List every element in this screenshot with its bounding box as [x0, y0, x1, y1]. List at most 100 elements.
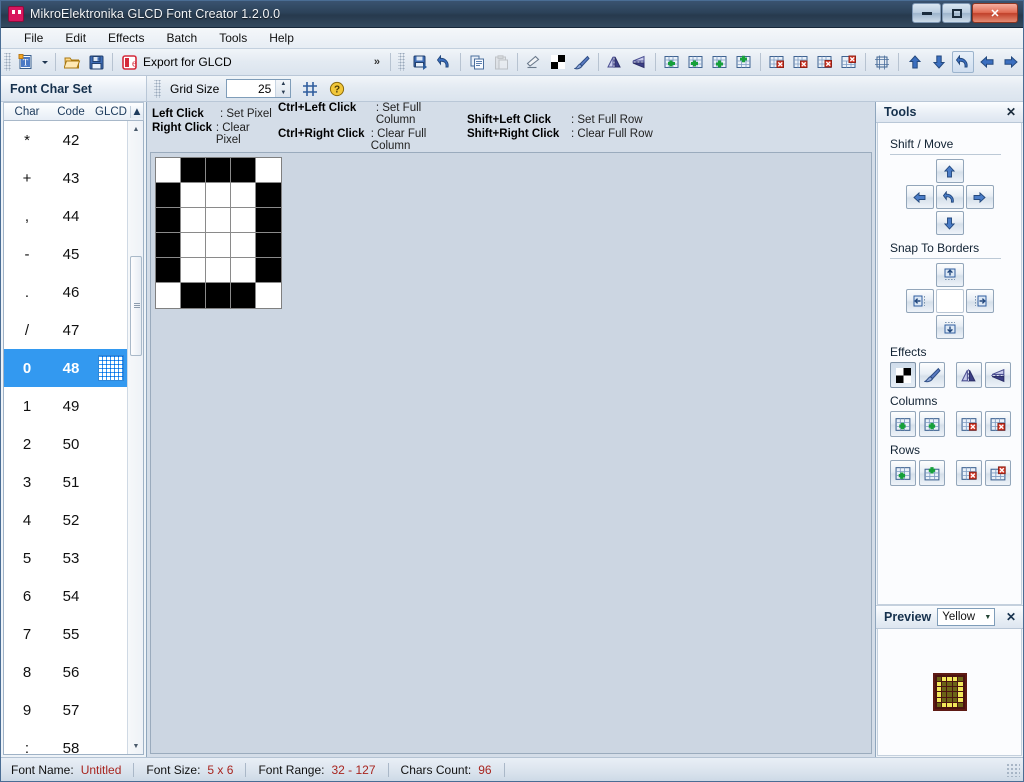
- pixel-cell[interactable]: [156, 183, 181, 208]
- snap-bottom-button[interactable]: [936, 315, 964, 339]
- pixel-cell[interactable]: [256, 233, 281, 258]
- shift-right-button[interactable]: [966, 185, 994, 209]
- copy-button[interactable]: [466, 51, 488, 73]
- mirror-horizontal-button[interactable]: [604, 51, 626, 73]
- menu-tools[interactable]: Tools: [208, 29, 258, 47]
- add-row-top-button[interactable]: [709, 51, 731, 73]
- spinner-up-icon[interactable]: ▲: [276, 80, 290, 89]
- snap-top-button[interactable]: [936, 263, 964, 287]
- toggle-grid-button[interactable]: [299, 78, 321, 100]
- char-list-item[interactable]: ,44: [4, 197, 143, 235]
- char-list-item[interactable]: 553: [4, 539, 143, 577]
- pixel-grid[interactable]: [155, 157, 282, 309]
- char-list-item[interactable]: +43: [4, 159, 143, 197]
- pixel-cell[interactable]: [256, 208, 281, 233]
- effect-mirror-vertical-button[interactable]: [985, 362, 1011, 388]
- shift-right-button[interactable]: [1000, 51, 1022, 73]
- effect-invert-button[interactable]: [890, 362, 916, 388]
- column-header-char[interactable]: Char: [4, 106, 50, 118]
- toolbar-overflow-button[interactable]: »: [368, 56, 386, 68]
- pixel-cell[interactable]: [256, 158, 281, 183]
- pixel-cell[interactable]: [206, 158, 231, 183]
- scroll-up-arrow-icon[interactable]: ▲: [130, 106, 143, 118]
- pixel-cell[interactable]: [206, 208, 231, 233]
- char-list-item[interactable]: 755: [4, 615, 143, 653]
- paste-button[interactable]: [490, 51, 512, 73]
- pixel-cell[interactable]: [156, 283, 181, 308]
- save-button[interactable]: [85, 51, 107, 73]
- pixel-cell[interactable]: [231, 183, 256, 208]
- tools-panel-close-icon[interactable]: ✕: [1006, 105, 1016, 119]
- char-list-item[interactable]: :58: [4, 729, 143, 755]
- pixel-cell[interactable]: [206, 183, 231, 208]
- grid-size-grip[interactable]: [154, 80, 161, 98]
- delete-row-bottom-button[interactable]: [838, 51, 860, 73]
- add-row-bottom-button[interactable]: [919, 460, 945, 486]
- maximize-button[interactable]: [942, 3, 971, 23]
- pixel-cell[interactable]: [156, 258, 181, 283]
- column-header-glcd[interactable]: GLCD: [92, 106, 130, 118]
- chevron-down-icon[interactable]: ▼: [984, 614, 991, 621]
- char-list-item[interactable]: -45: [4, 235, 143, 273]
- pixel-cell[interactable]: [181, 283, 206, 308]
- scrollbar-thumb[interactable]: [130, 256, 142, 356]
- effect-mirror-horizontal-button[interactable]: [956, 362, 982, 388]
- pixel-cell[interactable]: [231, 233, 256, 258]
- pixel-cell[interactable]: [231, 158, 256, 183]
- char-list-item[interactable]: 856: [4, 653, 143, 691]
- pixel-cell[interactable]: [181, 208, 206, 233]
- add-row-bottom-button[interactable]: [733, 51, 755, 73]
- delete-column-left-button[interactable]: [956, 411, 982, 437]
- shift-left-button[interactable]: [976, 51, 998, 73]
- char-list-item[interactable]: 250: [4, 425, 143, 463]
- grid-size-input[interactable]: [227, 80, 275, 97]
- snap-left-button[interactable]: [906, 289, 934, 313]
- undo-button[interactable]: [433, 51, 455, 73]
- char-list-item[interactable]: /47: [4, 311, 143, 349]
- pixel-cell[interactable]: [181, 183, 206, 208]
- pixel-cell[interactable]: [231, 283, 256, 308]
- pixel-cell[interactable]: [231, 258, 256, 283]
- add-column-left-button[interactable]: [890, 411, 916, 437]
- export-for-glcd-label[interactable]: Export for GLCD: [141, 55, 236, 69]
- add-row-top-button[interactable]: [890, 460, 916, 486]
- char-list-item[interactable]: 654: [4, 577, 143, 615]
- add-column-right-button[interactable]: [685, 51, 707, 73]
- export-for-glcd-button[interactable]: e: [118, 51, 140, 73]
- shift-left-button[interactable]: [906, 185, 934, 209]
- preview-color-select[interactable]: Yellow ▼: [937, 608, 995, 626]
- column-header-code[interactable]: Code: [50, 106, 92, 118]
- delete-row-top-button[interactable]: [956, 460, 982, 486]
- toolbar-grip[interactable]: [4, 53, 11, 71]
- invert-button[interactable]: [547, 51, 569, 73]
- pixel-cell[interactable]: [256, 283, 281, 308]
- delete-row-bottom-button[interactable]: [985, 460, 1011, 486]
- fill-button[interactable]: [571, 51, 593, 73]
- pixel-cell[interactable]: [181, 233, 206, 258]
- snap-right-button[interactable]: [966, 289, 994, 313]
- delete-column-right-button[interactable]: [985, 411, 1011, 437]
- add-column-left-button[interactable]: [661, 51, 683, 73]
- new-font-button[interactable]: T: [15, 51, 37, 73]
- new-font-dropdown[interactable]: [39, 51, 50, 73]
- reset-button[interactable]: [952, 51, 974, 73]
- menu-batch[interactable]: Batch: [156, 29, 209, 47]
- pixel-cell[interactable]: [256, 183, 281, 208]
- scrollbar-down-icon[interactable]: ▼: [129, 739, 143, 753]
- shift-down-button[interactable]: [928, 51, 950, 73]
- delete-column-right-button[interactable]: [790, 51, 812, 73]
- shift-reset-button[interactable]: [936, 185, 964, 209]
- pixel-cell[interactable]: [206, 258, 231, 283]
- menu-effects[interactable]: Effects: [97, 29, 155, 47]
- char-list-scrollbar[interactable]: ▲ ▼: [127, 121, 143, 754]
- char-list-item[interactable]: 149: [4, 387, 143, 425]
- shift-up-button[interactable]: [936, 159, 964, 183]
- resize-grip[interactable]: [1006, 763, 1020, 777]
- menu-edit[interactable]: Edit: [54, 29, 97, 47]
- effect-fill-button[interactable]: [919, 362, 945, 388]
- grid-size-stepper[interactable]: ▲ ▼: [226, 79, 291, 98]
- pixel-cell[interactable]: [256, 258, 281, 283]
- menu-help[interactable]: Help: [258, 29, 305, 47]
- pixel-cell[interactable]: [181, 258, 206, 283]
- close-button[interactable]: ✕: [972, 3, 1018, 23]
